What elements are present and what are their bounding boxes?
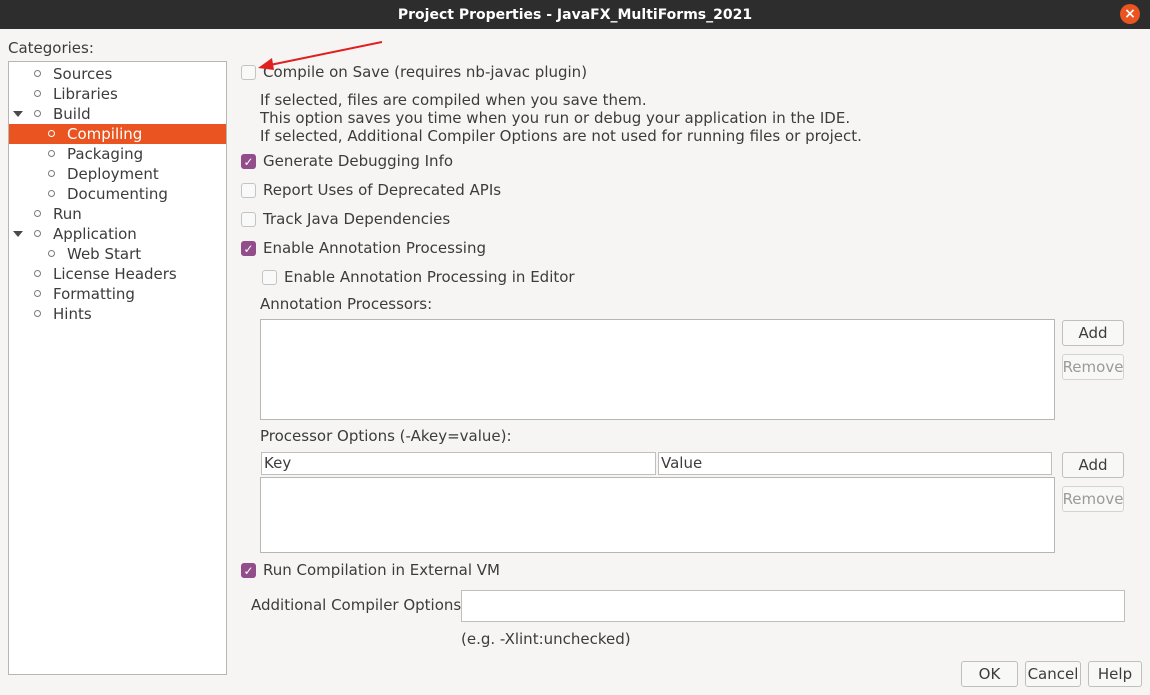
tree-item-label: License Headers <box>53 265 177 283</box>
bullet-icon <box>34 70 41 77</box>
bullet-icon <box>34 90 41 97</box>
compile-on-save-desc-1: If selected, files are compiled when you… <box>260 91 647 109</box>
track-deps-label: Track Java Dependencies <box>263 210 451 228</box>
report-deprecated-label: Report Uses of Deprecated APIs <box>263 181 502 199</box>
categories-label: Categories: <box>8 39 94 57</box>
tree-item-label: Libraries <box>53 85 118 103</box>
ok-button[interactable]: OK <box>961 661 1018 687</box>
add-option-button[interactable]: Add <box>1062 452 1124 478</box>
tree-item-label: Compiling <box>67 125 143 143</box>
tree-item-formatting[interactable]: Formatting <box>9 284 226 304</box>
tree-item-build[interactable]: Build <box>9 104 226 124</box>
processor-options-table[interactable] <box>260 477 1055 553</box>
bullet-icon <box>34 210 41 217</box>
tree-item-web-start[interactable]: Web Start <box>9 244 226 264</box>
run-external-vm-checkbox[interactable]: ✓ <box>241 563 256 578</box>
processor-options-label: Processor Options (-Akey=value): <box>260 427 512 445</box>
additional-options-hint: (e.g. -Xlint:unchecked) <box>461 630 631 648</box>
additional-options-label: Additional Compiler Options: <box>251 596 467 614</box>
bullet-icon <box>34 230 41 237</box>
bullet-icon <box>48 150 55 157</box>
tree-item-label: Deployment <box>67 165 159 183</box>
run-external-vm-label: Run Compilation in External VM <box>263 561 500 579</box>
column-header-key[interactable]: Key <box>261 452 656 475</box>
tree-item-label: Run <box>53 205 82 223</box>
tree-item-label: Web Start <box>67 245 142 263</box>
window-title: Project Properties - JavaFX_MultiForms_2… <box>397 6 753 23</box>
tree-item-label: Formatting <box>53 285 135 303</box>
compile-on-save-desc-2: This option saves you time when you run … <box>260 109 851 127</box>
bullet-icon <box>48 170 55 177</box>
remove-option-button[interactable]: Remove <box>1062 486 1124 512</box>
tree-item-documenting[interactable]: Documenting <box>9 184 226 204</box>
check-icon: ✓ <box>243 241 254 256</box>
add-processor-button[interactable]: Add <box>1062 320 1124 346</box>
tree-item-label: Packaging <box>67 145 144 163</box>
tree-item-license-headers[interactable]: License Headers <box>9 264 226 284</box>
annotation-arrow <box>258 41 383 70</box>
generate-debug-label: Generate Debugging Info <box>263 152 454 170</box>
tree-item-label: Hints <box>53 305 92 323</box>
check-icon: ✓ <box>243 154 254 169</box>
tree-item-libraries[interactable]: Libraries <box>9 84 226 104</box>
bullet-icon <box>48 130 55 137</box>
cancel-button[interactable]: Cancel <box>1025 661 1081 687</box>
tree-item-sources[interactable]: Sources <box>9 64 226 84</box>
close-button[interactable]: × <box>1120 4 1140 24</box>
report-deprecated-checkbox[interactable] <box>241 183 256 198</box>
tree-item-label: Build <box>53 105 91 123</box>
bullet-icon <box>34 310 41 317</box>
annotation-in-editor-label: Enable Annotation Processing in Editor <box>284 268 575 286</box>
bullet-icon <box>34 110 41 117</box>
bullet-icon <box>48 190 55 197</box>
bullet-icon <box>34 270 41 277</box>
annotation-processing-checkbox[interactable]: ✓ <box>241 241 256 256</box>
generate-debug-checkbox[interactable]: ✓ <box>241 154 256 169</box>
bullet-icon <box>48 250 55 257</box>
tree-item-run[interactable]: Run <box>9 204 226 224</box>
tree-item-application[interactable]: Application <box>9 224 226 244</box>
additional-options-input[interactable] <box>461 590 1125 622</box>
tree-item-packaging[interactable]: Packaging <box>9 144 226 164</box>
annotation-in-editor-checkbox[interactable] <box>262 270 277 285</box>
column-header-value[interactable]: Value <box>658 452 1052 475</box>
annotation-processing-label: Enable Annotation Processing <box>263 239 486 257</box>
close-icon: × <box>1124 6 1136 22</box>
annotation-processors-label: Annotation Processors: <box>260 295 433 313</box>
tree-item-compiling[interactable]: Compiling <box>9 124 226 144</box>
check-icon: ✓ <box>243 563 254 578</box>
tree-item-label: Application <box>53 225 137 243</box>
tree-item-deployment[interactable]: Deployment <box>9 164 226 184</box>
track-deps-checkbox[interactable] <box>241 212 256 227</box>
help-button[interactable]: Help <box>1088 661 1142 687</box>
categories-tree[interactable]: Sources Libraries Build Compiling Packag… <box>8 61 227 675</box>
tree-item-label: Documenting <box>67 185 168 203</box>
remove-processor-button[interactable]: Remove <box>1062 354 1124 380</box>
expand-down-icon[interactable] <box>13 111 23 117</box>
compile-on-save-desc-3: If selected, Additional Compiler Options… <box>260 127 862 145</box>
tree-item-hints[interactable]: Hints <box>9 304 226 324</box>
expand-down-icon[interactable] <box>13 231 23 237</box>
title-bar: Project Properties - JavaFX_MultiForms_2… <box>0 0 1150 29</box>
tree-item-label: Sources <box>53 65 113 83</box>
bullet-icon <box>34 290 41 297</box>
annotation-processors-list[interactable] <box>260 319 1055 420</box>
